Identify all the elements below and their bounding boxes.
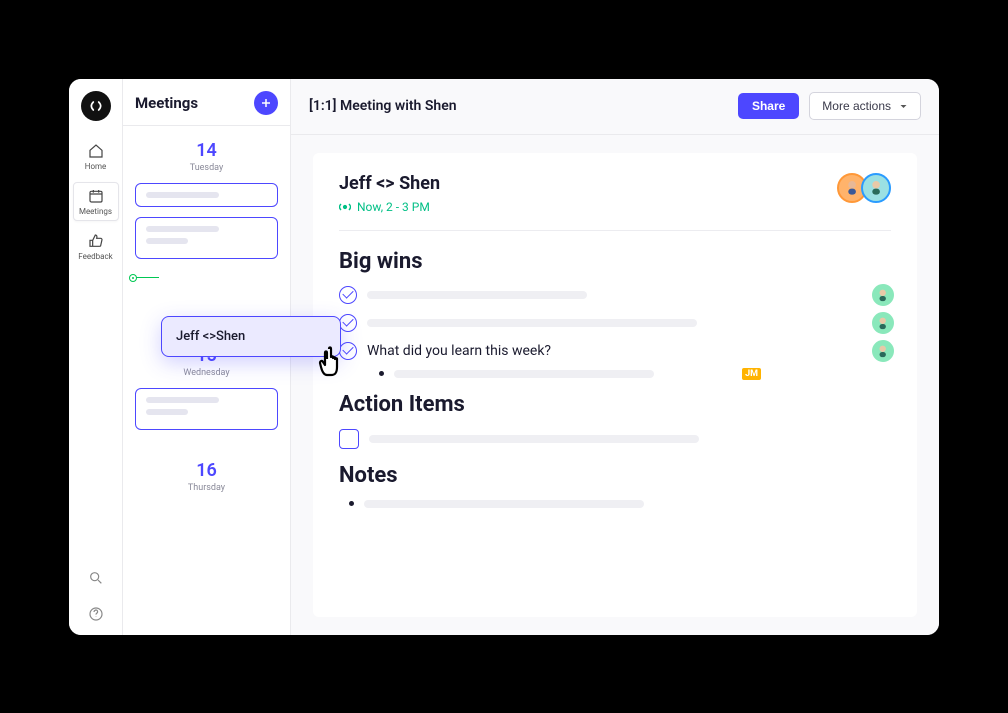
- avatar[interactable]: [871, 283, 895, 307]
- nav-feedback-label: Feedback: [78, 252, 112, 261]
- date-group-16: 16 Thursday: [123, 430, 290, 493]
- check-circle-icon[interactable]: [339, 286, 357, 304]
- date-day: Tuesday: [135, 163, 278, 173]
- section-notes: Notes: [339, 463, 891, 488]
- bullet-icon: [349, 501, 354, 506]
- avatar[interactable]: [871, 311, 895, 335]
- doc-time: Now, 2 - 3 PM: [339, 200, 440, 214]
- help-button[interactable]: [87, 605, 105, 623]
- item-text: What did you learn this week?: [367, 343, 551, 359]
- search-button[interactable]: [87, 569, 105, 587]
- list-item[interactable]: [339, 286, 891, 304]
- thumbs-up-icon: [87, 232, 105, 250]
- topbar: [1:1] Meeting with Shen Share More actio…: [291, 79, 939, 135]
- app-window: Home Meetings Feedback Meetings: [69, 79, 939, 635]
- share-button[interactable]: Share: [738, 93, 799, 119]
- live-icon: [339, 202, 351, 212]
- content-scroll[interactable]: Jeff <> Shen Now, 2 - 3 PM: [291, 135, 939, 635]
- chevron-down-icon: [899, 102, 908, 111]
- sub-item[interactable]: [349, 500, 891, 508]
- help-icon: [88, 606, 104, 622]
- meeting-card[interactable]: [135, 183, 278, 207]
- user-badge: JM: [742, 368, 761, 380]
- meeting-doc: Jeff <> Shen Now, 2 - 3 PM: [313, 153, 917, 617]
- add-meeting-button[interactable]: [254, 91, 278, 115]
- section-wins: Big wins: [339, 249, 891, 274]
- nav-home[interactable]: Home: [73, 137, 119, 176]
- home-icon: [87, 142, 105, 160]
- search-icon: [88, 570, 104, 586]
- doc-title: Jeff <> Shen: [339, 173, 440, 194]
- date-num: 14: [135, 140, 278, 161]
- meeting-card[interactable]: [135, 388, 278, 430]
- nav-meetings-label: Meetings: [79, 207, 112, 216]
- page-title: [1:1] Meeting with Shen: [309, 98, 457, 114]
- live-indicator-dot: [130, 275, 136, 281]
- meetings-sidebar: Meetings 14 Tuesday 15 Wednesday 16: [123, 79, 291, 635]
- more-actions-label: More actions: [822, 99, 891, 113]
- section-actions: Action Items: [339, 392, 891, 417]
- meetings-title: Meetings: [135, 94, 198, 112]
- check-circle-icon[interactable]: [339, 314, 357, 332]
- list-item[interactable]: What did you learn this week?: [339, 342, 891, 360]
- bullet-icon: [379, 371, 384, 376]
- date-day: Thursday: [135, 483, 278, 493]
- list-item[interactable]: [339, 429, 891, 449]
- plus-icon: [260, 97, 272, 109]
- sub-item[interactable]: JM: [379, 370, 891, 378]
- date-group-14: 14 Tuesday: [123, 126, 290, 173]
- app-logo[interactable]: [81, 91, 111, 121]
- checkbox[interactable]: [339, 429, 359, 449]
- calendar-icon: [87, 187, 105, 205]
- participant-avatars: [837, 173, 891, 203]
- list-item[interactable]: [339, 314, 891, 332]
- meeting-card-selected[interactable]: Jeff <>Shen: [161, 316, 341, 357]
- avatar[interactable]: [871, 339, 895, 363]
- nav-home-label: Home: [85, 162, 107, 171]
- nav-feedback[interactable]: Feedback: [73, 227, 119, 266]
- main-area: [1:1] Meeting with Shen Share More actio…: [291, 79, 939, 635]
- cursor-hand-icon: [315, 343, 351, 387]
- date-day: Wednesday: [135, 368, 278, 378]
- nav-rail: Home Meetings Feedback: [69, 79, 123, 635]
- more-actions-button[interactable]: More actions: [809, 92, 921, 120]
- avatar[interactable]: [861, 173, 891, 203]
- date-num: 16: [135, 460, 278, 481]
- nav-meetings[interactable]: Meetings: [73, 182, 119, 221]
- meeting-card[interactable]: [135, 217, 278, 259]
